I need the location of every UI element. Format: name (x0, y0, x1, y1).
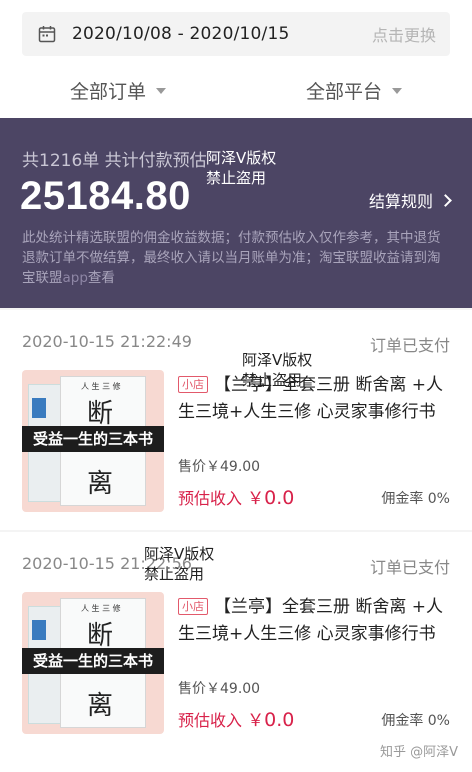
estimated-income-value: 0.0 (264, 709, 295, 731)
platform-filter-label: 全部平台 (305, 80, 382, 103)
book-subtitle: 人 生 三 修 (81, 382, 121, 391)
product-image[interactable]: 人 生 三 修 断 离 受益一生的三本书 (22, 592, 164, 734)
filter-dropdowns: 全部订单 全部平台 (0, 72, 472, 108)
settlement-rules-label: 结算规则 (368, 192, 433, 211)
estimated-income-currency: ￥ (247, 711, 265, 731)
zhihu-watermark: 知乎 @阿泽V (379, 745, 458, 760)
watermark-line2: 禁止盗用 (206, 169, 267, 187)
book-subtitle: 人 生 三 修 (81, 604, 121, 613)
copyright-watermark: 阿泽V版权 禁止盗用 (206, 148, 276, 188)
date-range-picker[interactable]: 2020/10/08 - 2020/10/15 点击更换 (22, 12, 450, 56)
change-date-link[interactable]: 点击更换 (372, 22, 436, 46)
product-price: 售价￥49.00 (178, 681, 261, 697)
cover-ribbon: 受益一生的三本书 (22, 426, 164, 452)
estimated-income-label: 预估收入 (178, 489, 243, 508)
commission-rate: 佣金率 0% (381, 713, 450, 729)
note-app-link[interactable]: app (63, 270, 88, 286)
product-image[interactable]: 人 生 三 修 断 离 受益一生的三本书 (22, 370, 164, 512)
book-spine-decoration (32, 398, 46, 418)
platform-filter-dropdown[interactable]: 全部平台 (236, 72, 472, 108)
order-card[interactable]: 2020-10-15 21:22:49 订单已支付 人 生 三 修 断 离 受益… (0, 310, 472, 530)
copyright-watermark: 阿泽V版权 禁止盗用 (144, 544, 214, 584)
summary-note: 此处统计精选联盟的佣金收益数据；付款预估收入仅作参考，其中退货退款订单不做结算，… (22, 228, 452, 288)
commission-rate: 佣金率 0% (381, 491, 450, 507)
estimated-income-currency: ￥ (247, 489, 265, 509)
product-title-text: 【兰亭】全套三册 断舍离 +人生三境+人生三修 心灵家事修行书 (178, 597, 444, 644)
book-title-char: 断 (87, 399, 114, 429)
chevron-right-icon (439, 193, 452, 207)
shop-tag-badge: 小店 (178, 376, 208, 393)
product-title[interactable]: 小店 【兰亭】全套三册 断舍离 +人生三境+人生三修 心灵家事修行书 (178, 372, 452, 426)
date-range-text: 2020/10/08 - 2020/10/15 (72, 24, 290, 44)
order-status: 订单已支付 (369, 336, 450, 355)
product-title[interactable]: 小店 【兰亭】全套三册 断舍离 +人生三境+人生三修 心灵家事修行书 (178, 594, 452, 648)
caret-down-icon (392, 88, 402, 94)
calendar-icon (38, 25, 56, 43)
estimated-income-label: 预估收入 (178, 711, 243, 730)
estimated-income-value: 0.0 (264, 487, 295, 509)
filter-panel: 2020/10/08 - 2020/10/15 点击更换 全部订单 全部平台 (0, 0, 472, 118)
earnings-summary: 共1216单 共计付款预估 25184.80 结算规则 此处统计精选联盟的佣金收… (0, 118, 472, 308)
estimated-income: 预估收入 ￥0.0 (178, 706, 294, 731)
caret-down-icon (156, 88, 166, 94)
watermark-line2: 禁止盗用 (242, 371, 303, 389)
watermark-line1: 阿泽V版权 (144, 545, 215, 563)
watermark-line2: 禁止盗用 (144, 565, 205, 583)
order-time: 2020-10-15 21:22:49 (22, 332, 192, 351)
orders-filter-label: 全部订单 (69, 80, 146, 103)
estimated-amount: 25184.80 (20, 174, 191, 218)
order-count-text: 共1216单 共计付款预估 (22, 151, 207, 171)
settlement-rules-link[interactable]: 结算规则 (368, 188, 452, 212)
copyright-watermark: 阿泽V版权 禁止盗用 (242, 350, 312, 390)
book-spine-decoration (32, 620, 46, 640)
book-title-char: 离 (87, 691, 114, 721)
book-title-char: 断 (87, 621, 114, 651)
product-price: 售价￥49.00 (178, 459, 261, 475)
cover-ribbon: 受益一生的三本书 (22, 648, 164, 674)
watermark-line1: 阿泽V版权 (206, 149, 277, 167)
orders-filter-dropdown[interactable]: 全部订单 (0, 72, 236, 108)
estimated-income: 预估收入 ￥0.0 (178, 484, 294, 509)
order-card[interactable]: 2020-10-15 21:22:56 订单已支付 人 生 三 修 断 离 受益… (0, 532, 472, 772)
shop-tag-badge: 小店 (178, 598, 208, 615)
watermark-line1: 阿泽V版权 (242, 351, 313, 369)
order-status: 订单已支付 (369, 558, 450, 577)
book-title-char: 离 (87, 469, 114, 499)
summary-note-tail: 查看 (87, 270, 115, 286)
